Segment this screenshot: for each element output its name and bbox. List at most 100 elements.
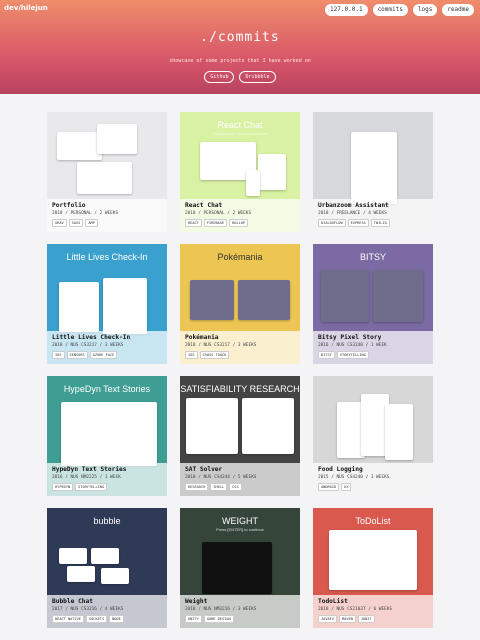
project-name: Little Lives Check-In	[52, 334, 131, 341]
thumbnail-title: React Chat	[217, 120, 263, 130]
nav-home[interactable]: 127.0.0.1	[325, 4, 368, 16]
device-mockup	[351, 132, 397, 204]
device-mockup	[77, 162, 132, 194]
tech-tag: UNITY	[185, 615, 202, 623]
project-card[interactable]: Food Logging 2015 / NUS CS4240 / 3 WEEKS A…	[313, 376, 433, 496]
project-info: Bubble Chat 2017 / NUS CS3216 / 4 WEEKS RE…	[47, 595, 167, 628]
project-card[interactable]: HypeDyn Text Stories HypeDyn Text Stories…	[47, 376, 167, 496]
tag-list: HYPEDYN STORYTELLING	[52, 483, 162, 491]
device-mockup	[57, 132, 102, 160]
project-card[interactable]: Urbanzoom Assistant 2018 / FREELANCE / 4 …	[313, 112, 433, 232]
project-info: Food Logging 2015 / NUS CS4240 / 3 WEEKS A…	[313, 463, 433, 496]
project-info: HypeDyn Text Stories 2016 / NUS NM2225 / …	[47, 463, 167, 496]
project-grid: Portfolio 2018 / PERSONAL / 2 WEEKS GRAV SA…	[47, 112, 433, 628]
tech-tag: CSS	[229, 483, 242, 491]
project-meta: 2018 / NUS NM3216 / 3 WEEKS	[185, 607, 257, 612]
project-meta: 2015 / NUS CS4240 / 3 WEEKS	[318, 475, 390, 480]
tech-tag: JUNIT	[357, 615, 375, 623]
nav-logs[interactable]: logs	[412, 4, 438, 16]
top-nav: 127.0.0.1 commits logs readme	[325, 4, 474, 16]
project-name: Bubble Chat	[52, 598, 93, 605]
tag-list: IOS SENSORS AZURE FACE	[52, 351, 162, 359]
tech-tag: SOCKETS	[85, 615, 108, 623]
device-mockup	[186, 398, 238, 454]
device-mockup	[329, 530, 417, 590]
project-meta: 2016 / NUS NM2225 / 1 WEEK	[52, 475, 121, 480]
device-mockup	[373, 270, 423, 322]
header-banner: dev/hilejun 127.0.0.1 commits logs readm…	[0, 0, 480, 94]
project-card[interactable]: Pokémania Pokémania 2018 / NUS CS3217 / 3 …	[180, 244, 300, 364]
nav-commits[interactable]: commits	[372, 4, 408, 16]
thumbnail-subtitle: Press [ENTER] to continue	[216, 527, 264, 532]
tag-list: RESEARCH SHELL CSS	[185, 483, 295, 491]
page-title: ./commits	[200, 30, 280, 45]
tech-tag: FIREBASE	[203, 219, 228, 227]
project-card[interactable]: ToDoList TodoList 2018 / NUS CS2103T / 6 W…	[313, 508, 433, 628]
project-meta: 2018 / PERSONAL / 2 WEEKS	[185, 211, 252, 216]
thumbnail-title: HypeDyn Text Stories	[63, 384, 151, 394]
project-name: TodoList	[318, 598, 348, 605]
tech-tag: ROLLUP	[229, 219, 249, 227]
project-info: Urbanzoom Assistant 2018 / FREELANCE / 4 …	[313, 199, 433, 232]
project-name: Food Logging	[318, 466, 363, 473]
device-mockup	[238, 280, 290, 320]
tech-tag: STORYTELLING	[75, 483, 108, 491]
tag-list: DIALOGFLOW EXPRESS TWILIO	[318, 219, 428, 227]
project-info: React Chat 2018 / PERSONAL / 2 WEEKS REACT…	[180, 199, 300, 232]
tech-tag: JAVAFX	[318, 615, 337, 623]
project-info: Pokémania 2018 / NUS CS3217 / 3 WEEKS IOS C…	[180, 331, 300, 364]
device-mockup	[103, 278, 147, 334]
project-name: Pokémania	[185, 334, 219, 341]
project-info: Little Lives Check-In 2018 / NUS CS3217 /…	[47, 331, 167, 364]
tech-tag: HYPEDYN	[52, 483, 74, 491]
tech-tag: DIALOGFLOW	[318, 219, 346, 227]
tech-tag: AMP	[85, 219, 98, 227]
tech-tag: STORYTELLING	[336, 351, 369, 359]
dribbble-link[interactable]: Dribbble	[239, 71, 276, 83]
tag-list: GRAV SASS AMP	[52, 219, 162, 227]
thumbnail-title: ToDoList	[355, 516, 391, 526]
device-mockup	[242, 398, 294, 454]
thumbnail-title: BITSY	[359, 252, 386, 262]
project-card[interactable]: BITSY Bitsy Pixel Story 2016 / NUS CS3240 …	[313, 244, 433, 364]
project-card[interactable]: Portfolio 2018 / PERSONAL / 2 WEEKS GRAV SA…	[47, 112, 167, 232]
project-card[interactable]: React Chat Responsive Chat Environment Rea…	[180, 112, 300, 232]
tech-tag: IOS	[185, 351, 198, 359]
tech-tag: UX	[341, 483, 352, 491]
tech-tag: ANDROID	[318, 483, 340, 491]
site-brand[interactable]: dev/hilejun	[4, 4, 48, 12]
device-mockup	[321, 270, 369, 322]
device-mockup	[97, 124, 137, 154]
tech-tag: SHELL	[210, 483, 228, 491]
device-mockup	[246, 170, 260, 196]
external-links: Github Dribbble	[0, 71, 480, 83]
tag-list: IOS CROSS TOUCH	[185, 351, 295, 359]
project-card[interactable]: Little Lives Check-In Little Lives Check-…	[47, 244, 167, 364]
tech-tag: AZURE FACE	[89, 351, 118, 359]
project-meta: 2018 / NUS CS2103T / 6 WEEKS	[318, 607, 393, 612]
project-name: Weight	[185, 598, 208, 605]
project-name: Bitsy Pixel Story	[318, 334, 382, 341]
tag-list: ANDROID UX	[318, 483, 428, 491]
tag-list: REACT NATIVE SOCKETS NODE	[52, 615, 162, 623]
tech-tag: IOS	[52, 351, 65, 359]
thumbnail-title: SATISFIABILITY RESEARCH	[180, 384, 300, 394]
tech-tag: GRAV	[52, 219, 67, 227]
tag-list: UNITY GAME DESIGN	[185, 615, 295, 623]
device-mockup	[59, 548, 87, 564]
thumbnail-subtitle: Responsive Chat Environment	[212, 131, 268, 136]
device-mockup	[385, 404, 413, 460]
device-mockup	[59, 282, 99, 332]
project-name: SAT Solver	[185, 466, 223, 473]
project-name: Portfolio	[52, 202, 86, 209]
project-card[interactable]: bubble Bubble Chat 2017 / NUS CS3216 / 4 W…	[47, 508, 167, 628]
nav-readme[interactable]: readme	[442, 4, 474, 16]
page-subtitle: showcase of some projects that I have wo…	[169, 58, 311, 64]
github-link[interactable]: Github	[204, 71, 235, 83]
project-card[interactable]: WEIGHT Press [ENTER] to continue Weight 201…	[180, 508, 300, 628]
device-mockup	[202, 542, 272, 594]
tag-list: REACT FIREBASE ROLLUP	[185, 219, 295, 227]
project-info: Bitsy Pixel Story 2016 / NUS CS3240 / 1 W…	[313, 331, 433, 364]
project-meta: 2018 / FREELANCE / 4 WEEKS	[318, 211, 387, 216]
project-card[interactable]: SATISFIABILITY RESEARCH SAT Solver 2018 / …	[180, 376, 300, 496]
